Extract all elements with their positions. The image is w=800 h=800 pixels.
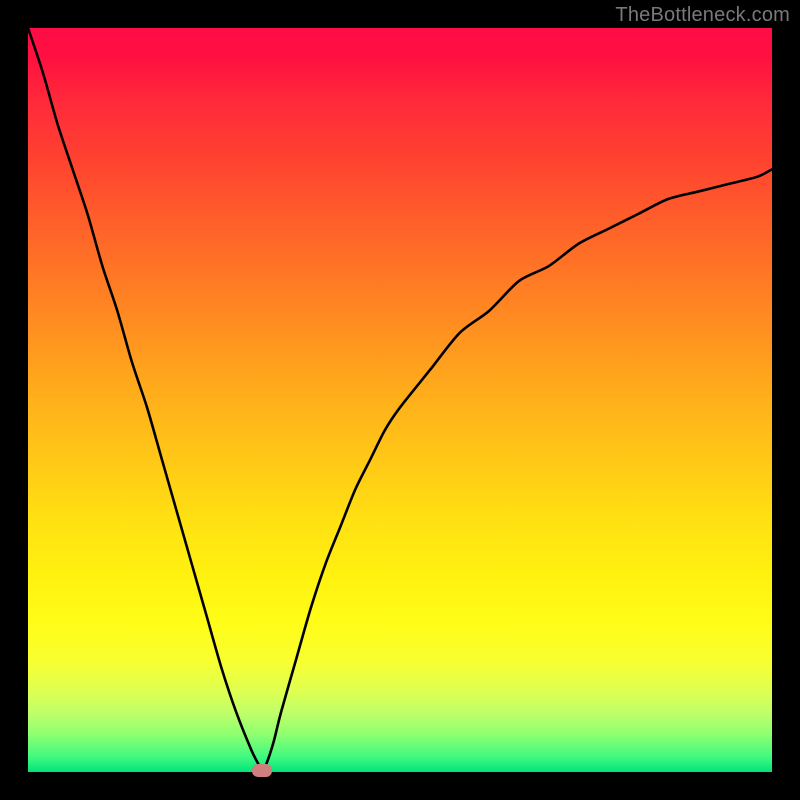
bottleneck-curve: [28, 28, 772, 770]
chart-frame: TheBottleneck.com: [0, 0, 800, 800]
curve-svg: [28, 28, 772, 772]
plot-area: [28, 28, 772, 772]
watermark-text: TheBottleneck.com: [615, 4, 790, 27]
minimum-marker: [252, 764, 272, 777]
